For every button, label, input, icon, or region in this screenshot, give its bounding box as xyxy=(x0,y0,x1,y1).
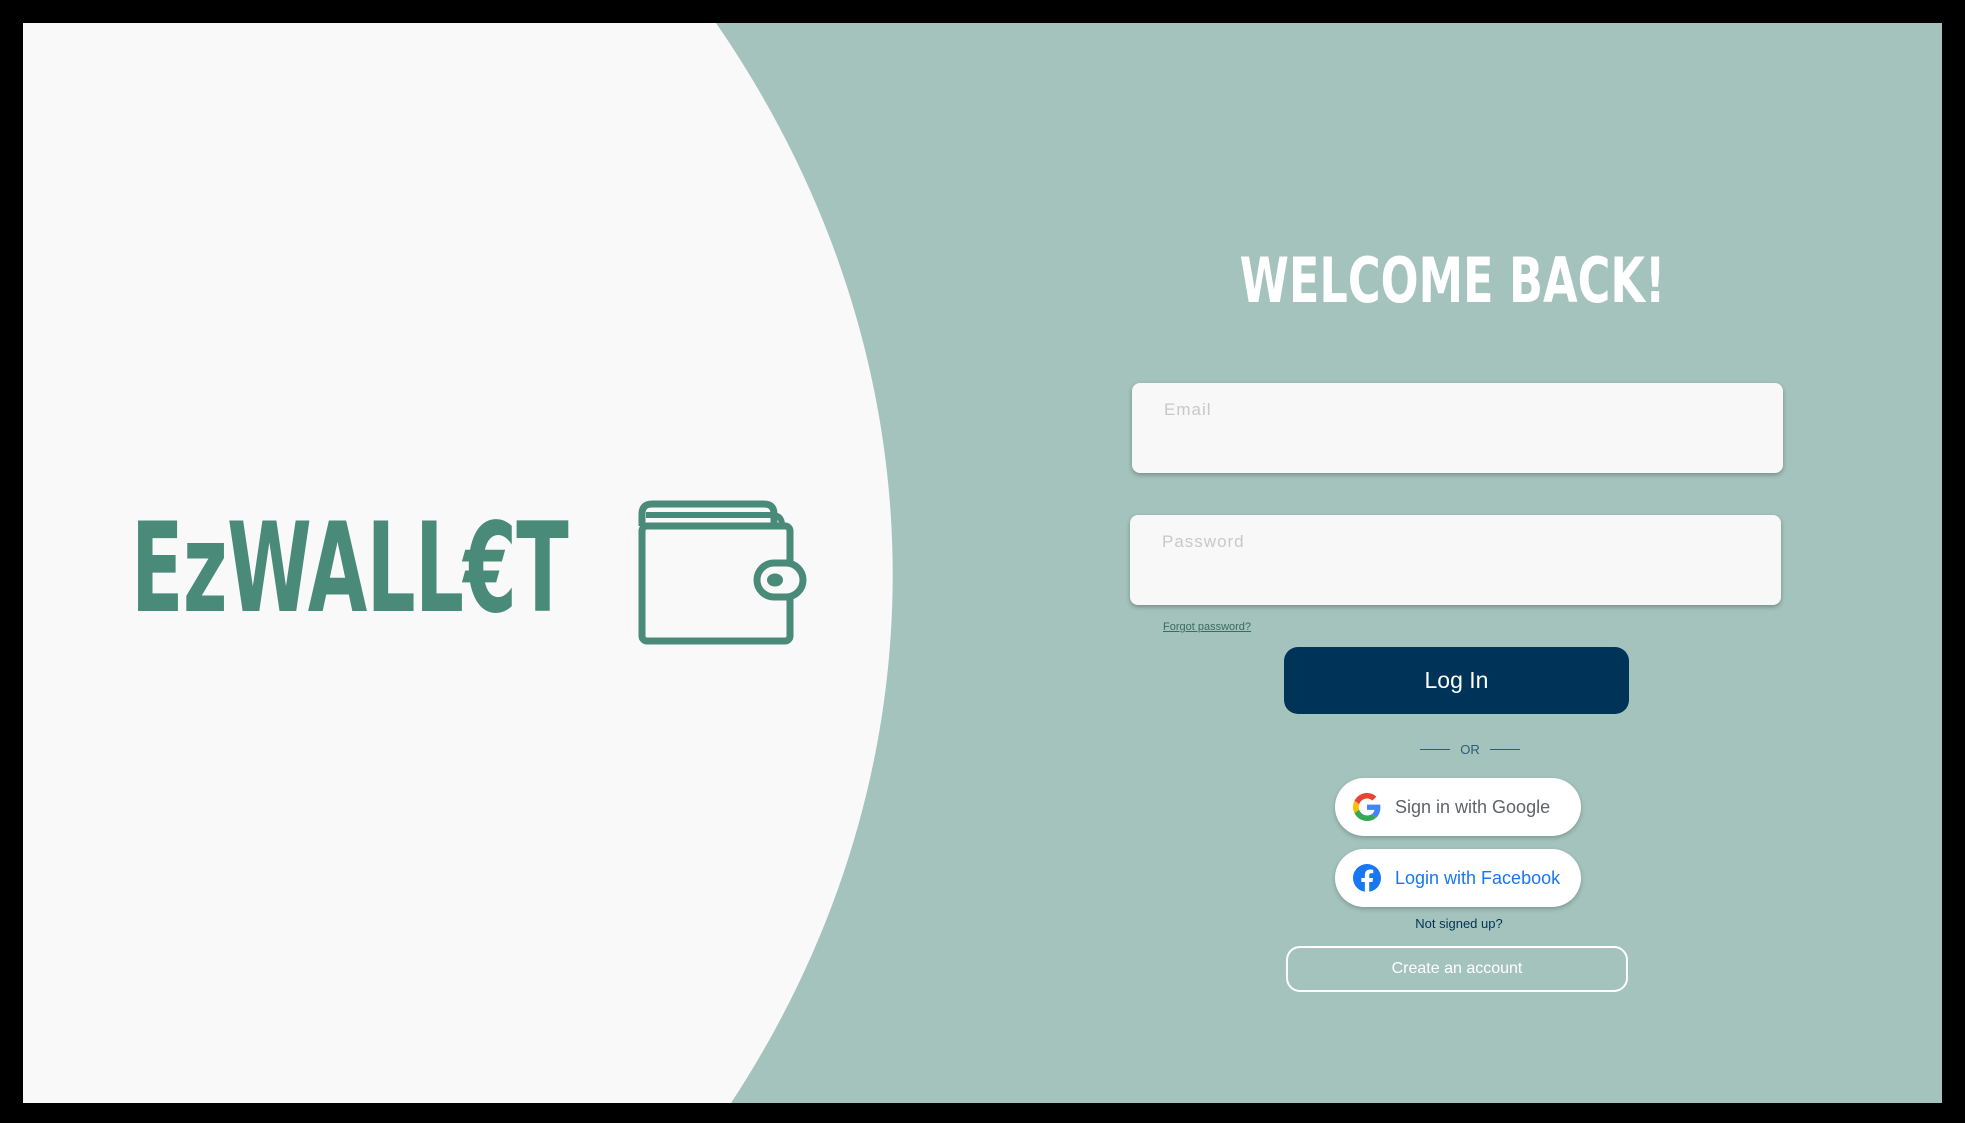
wallet-icon xyxy=(638,500,807,645)
login-screen: EzWALL€T WELCOME BACK! Forgot password? … xyxy=(23,23,1942,1103)
forgot-password-link[interactable]: Forgot password? xyxy=(1163,621,1251,633)
divider-line-left xyxy=(1420,748,1451,750)
google-signin-button[interactable]: Sign in with Google xyxy=(1335,778,1581,836)
or-divider: OR xyxy=(1409,740,1531,758)
google-button-label: Sign in with Google xyxy=(1395,796,1551,817)
welcome-heading: WELCOME BACK! xyxy=(1239,244,1666,317)
password-input[interactable] xyxy=(1130,515,1781,605)
google-icon xyxy=(1353,793,1381,821)
divider-line-right xyxy=(1489,748,1520,750)
facebook-button-label: Login with Facebook xyxy=(1395,867,1561,888)
brand-logo-text: EzWALL€T xyxy=(131,497,569,641)
facebook-login-button[interactable]: Login with Facebook xyxy=(1335,849,1581,907)
email-field[interactable] xyxy=(1132,383,1783,473)
login-button[interactable]: Log In xyxy=(1284,647,1629,714)
create-account-button[interactable]: Create an account xyxy=(1286,946,1628,992)
not-signed-up-text: Not signed up? xyxy=(1415,916,1503,931)
facebook-icon xyxy=(1353,864,1381,892)
or-label: OR xyxy=(1460,741,1480,757)
password-field[interactable] xyxy=(1130,515,1781,605)
email-input[interactable] xyxy=(1132,383,1783,473)
